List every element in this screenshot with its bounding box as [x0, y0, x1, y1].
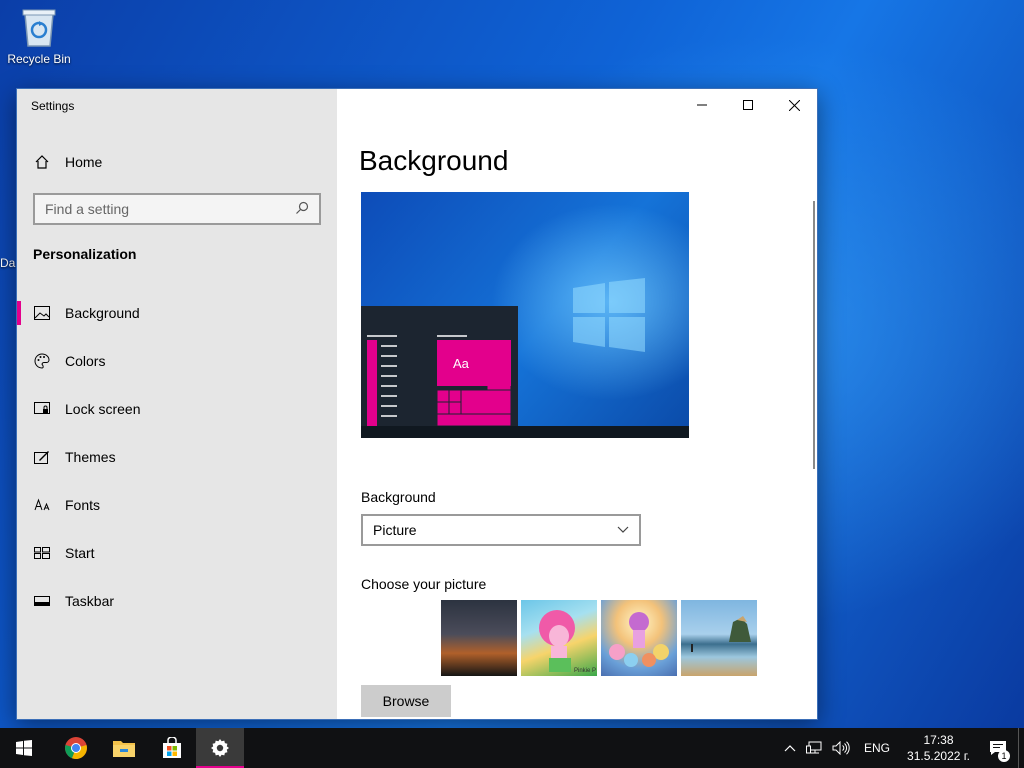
gear-icon — [211, 739, 229, 757]
picture-thumbnails: Pinkie P — [441, 600, 757, 676]
store-icon — [163, 737, 181, 758]
sidebar-item-start[interactable]: Start — [17, 529, 337, 577]
taskbar-icon — [33, 592, 51, 610]
minimize-icon — [697, 104, 707, 106]
thumbnail-pony-beach[interactable]: Pinkie P — [521, 600, 597, 676]
close-icon — [788, 99, 800, 111]
show-desktop-button[interactable] — [1018, 728, 1024, 768]
coastal-rocks-photo-icon — [691, 616, 751, 652]
taskbar-app-chrome[interactable] — [52, 728, 100, 768]
sidebar-item-label: Taskbar — [65, 593, 115, 609]
speaker-icon — [832, 741, 850, 755]
content-pane: Background Aa Background Picture Choose … — [337, 89, 817, 719]
sidebar-item-label: Fonts — [65, 497, 101, 513]
input-language-button[interactable]: ENG — [855, 728, 899, 768]
volume-button[interactable] — [827, 728, 855, 768]
lock-screen-icon — [33, 400, 51, 418]
network-button[interactable] — [801, 728, 827, 768]
taskbar-app-file-explorer[interactable] — [100, 728, 148, 768]
palette-icon — [33, 352, 51, 370]
background-type-label: Background — [361, 489, 436, 505]
taskbar-app-store[interactable] — [148, 728, 196, 768]
clock-time: 17:38 — [923, 733, 954, 747]
sidebar-item-taskbar[interactable]: Taskbar — [17, 577, 337, 625]
maximize-icon — [743, 100, 753, 110]
thumbnail-coastal-rocks[interactable] — [681, 600, 757, 676]
network-icon — [806, 741, 822, 754]
content-scrollbar[interactable] — [813, 201, 815, 469]
background-type-value: Picture — [373, 522, 417, 538]
settings-sidebar: Settings Home Personalization Background — [17, 89, 337, 719]
maximize-button[interactable] — [725, 89, 771, 121]
thumbnail-pony-group[interactable] — [601, 600, 677, 676]
show-hidden-icons-button[interactable] — [779, 728, 801, 768]
thumbnail-caption: Pinkie P — [573, 668, 596, 674]
browse-button[interactable]: Browse — [361, 685, 451, 717]
sidebar-item-label: Colors — [65, 353, 106, 369]
windows-logo-light-icon — [573, 278, 645, 352]
home-nav-item[interactable]: Home — [33, 151, 102, 173]
sidebar-item-label: Lock screen — [65, 401, 141, 417]
preview-tile-text: Aa — [453, 356, 469, 371]
search-input[interactable] — [45, 201, 285, 217]
chrome-icon — [65, 737, 87, 760]
pony-illustration-icon — [539, 610, 575, 672]
choose-picture-label: Choose your picture — [361, 576, 487, 592]
chevron-up-icon — [784, 745, 796, 752]
thumbnail-night-sky[interactable] — [441, 600, 517, 676]
background-preview: Aa — [361, 192, 689, 438]
sidebar-item-lock-screen[interactable]: Lock screen — [17, 385, 337, 433]
sidebar-item-fonts[interactable]: Fonts — [17, 481, 337, 529]
close-button[interactable] — [771, 89, 817, 121]
page-title: Background — [359, 145, 509, 176]
settings-window: Settings Home Personalization Background — [16, 88, 818, 720]
window-title: Settings — [31, 99, 75, 113]
taskbar-preview — [361, 426, 689, 438]
section-title: Personalization — [33, 246, 137, 262]
minimize-button[interactable] — [679, 89, 725, 121]
sidebar-item-themes[interactable]: Themes — [17, 433, 337, 481]
sidebar-item-colors[interactable]: Colors — [17, 337, 337, 385]
preview-tile: Aa — [437, 340, 511, 386]
desktop-icon-partial-label[interactable]: Da — [0, 256, 15, 270]
notification-count-badge: 1 — [998, 750, 1010, 762]
home-label: Home — [65, 154, 103, 170]
recycle-bin-icon — [19, 6, 59, 48]
system-tray: ENG 17:38 31.5.2022 г. 1 — [779, 728, 1024, 768]
folder-icon — [113, 741, 135, 757]
start-button[interactable] — [0, 728, 48, 768]
fonts-icon — [33, 496, 51, 514]
sidebar-item-background[interactable]: Background — [17, 289, 337, 337]
sidebar-item-label: Start — [65, 545, 95, 561]
personalization-nav: Background Colors Lock screen Themes Fon… — [17, 289, 337, 625]
search-icon[interactable] — [295, 201, 309, 218]
pony-group-illustration-icon — [609, 612, 669, 667]
settings-search-box[interactable] — [33, 193, 321, 225]
sidebar-item-label: Themes — [65, 449, 116, 465]
start-icon — [33, 544, 51, 562]
home-icon — [33, 153, 51, 171]
sidebar-item-label: Background — [65, 305, 140, 321]
chevron-down-icon — [617, 526, 629, 533]
clock-button[interactable]: 17:38 31.5.2022 г. — [899, 728, 978, 768]
taskbar-app-settings[interactable] — [196, 728, 244, 768]
taskbar: ENG 17:38 31.5.2022 г. 1 — [0, 728, 1024, 768]
windows-logo-icon — [16, 740, 32, 756]
window-caption-buttons — [679, 89, 817, 121]
themes-icon — [33, 448, 51, 466]
action-center-button[interactable]: 1 — [978, 728, 1018, 768]
background-type-dropdown[interactable]: Picture — [361, 514, 641, 546]
clock-date: 31.5.2022 г. — [907, 749, 970, 763]
desktop-icon-recycle-bin[interactable]: Recycle Bin — [4, 6, 74, 66]
picture-icon — [33, 304, 51, 322]
recycle-bin-label: Recycle Bin — [7, 52, 71, 66]
